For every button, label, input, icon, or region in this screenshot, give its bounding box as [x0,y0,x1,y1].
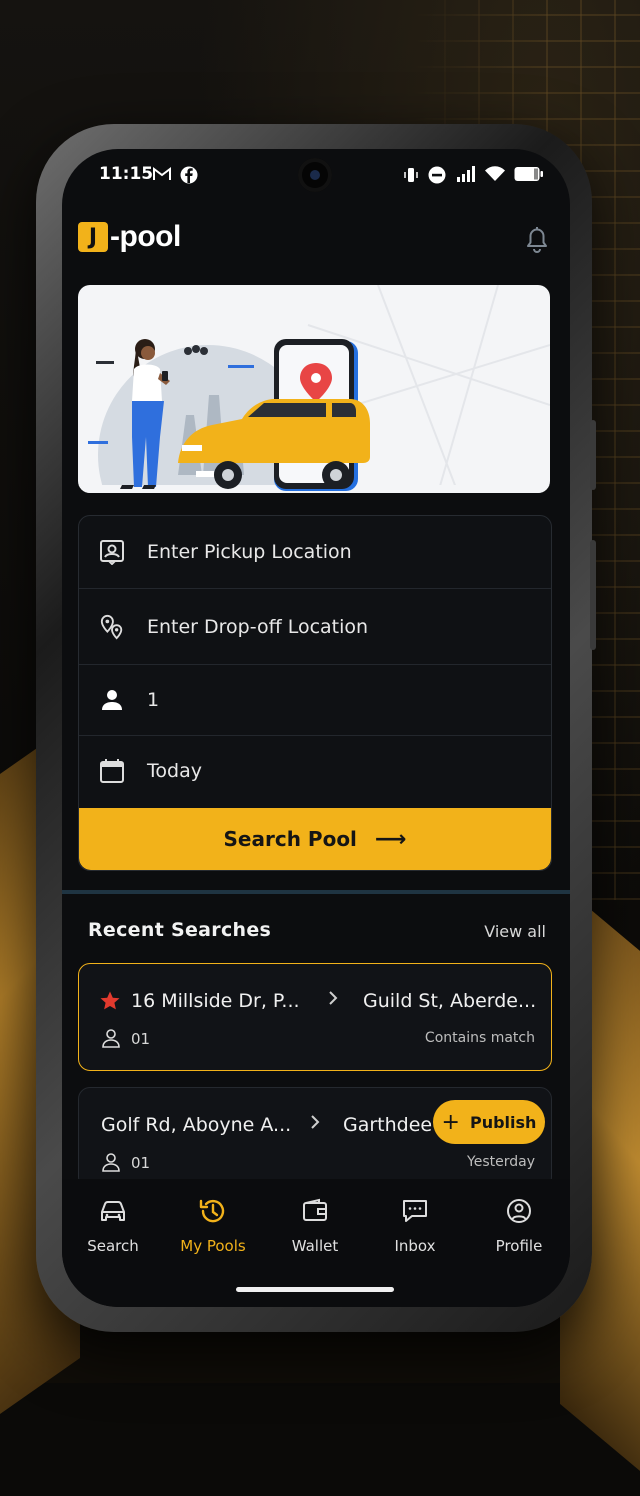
person-outline-icon [101,1028,121,1052]
recent-search-card[interactable]: 16 Millside Dr, P... Guild St, Aberde...… [78,963,552,1071]
date-value: Today [147,760,202,782]
signal-icon [456,166,478,186]
search-form: Enter Pickup Location Enter Drop-off Loc… [78,515,552,871]
home-indicator[interactable] [236,1287,394,1292]
arrow-right-icon: ⟶ [374,826,407,852]
dropoff-field[interactable]: Enter Drop-off Location [79,589,551,665]
front-camera [298,158,332,192]
person-outline-icon [101,1152,121,1176]
publish-button[interactable]: + Publish [433,1100,545,1144]
plus-icon: + [441,1109,460,1135]
logo-mark: J [78,222,108,252]
nav-wallet[interactable]: Wallet [270,1195,360,1255]
section-divider [62,890,570,894]
route-to: Garthdee [343,1114,433,1136]
passengers-field[interactable]: 1 [79,665,551,736]
dropoff-location-icon [99,614,125,640]
phone-side-button [590,420,596,490]
nav-label: Search [87,1237,139,1255]
pickup-placeholder: Enter Pickup Location [147,541,352,563]
person-icon [99,687,125,713]
passenger-count: 1 [147,689,160,711]
pickup-field[interactable]: Enter Pickup Location [79,516,551,589]
route-from: Golf Rd, Aboyne A... [101,1114,292,1136]
search-pool-button[interactable]: Search Pool ⟶ [79,808,551,870]
app-screen: 11:15 J -pool Enter Pickup Location Ente… [62,149,570,1307]
vibrate-icon [404,166,418,188]
profile-icon [474,1195,564,1227]
nav-label: Inbox [394,1237,436,1255]
recent-search-card[interactable]: Golf Rd, Aboyne A... Garthdee + Publish … [78,1087,552,1189]
wallet-icon [270,1195,360,1227]
route-from: 16 Millside Dr, P... [131,990,300,1012]
wifi-icon [484,166,506,186]
car-icon [68,1195,158,1227]
hero-illustration [78,285,550,493]
star-icon [99,990,121,1016]
recent-searches-title: Recent Searches [88,919,272,941]
nav-my-pools[interactable]: My Pools [168,1195,258,1255]
chevron-right-icon [327,990,339,1011]
search-date: Yesterday [467,1154,535,1170]
search-pool-label: Search Pool [223,827,357,851]
status-time: 11:15 [99,164,154,184]
calendar-icon [99,758,125,784]
history-icon [168,1195,258,1227]
logo-text: -pool [110,220,181,253]
pickup-location-icon [99,539,125,565]
dropoff-placeholder: Enter Drop-off Location [147,615,369,638]
nav-label: Wallet [291,1237,339,1255]
passenger-count: 01 [131,1154,151,1172]
battery-icon [514,166,544,186]
do-not-disturb-icon [428,166,446,188]
app-logo: J -pool [78,219,181,255]
gmail-icon [152,166,172,186]
passenger-count: 01 [131,1030,151,1048]
nav-profile[interactable]: Profile [474,1195,564,1255]
status-bar: 11:15 [62,149,570,201]
notification-bell-icon[interactable] [524,225,550,253]
nav-label: Profile [495,1237,543,1255]
facebook-icon [180,166,198,188]
chat-icon [370,1195,460,1227]
nav-inbox[interactable]: Inbox [370,1195,460,1255]
route-to: Guild St, Aberde... [363,990,537,1012]
chevron-right-icon [309,1114,321,1135]
match-status: Contains match [424,1030,535,1046]
nav-search[interactable]: Search [68,1195,158,1255]
phone-volume-button [590,540,596,650]
publish-label: Publish [469,1112,537,1132]
nav-label: My Pools [180,1237,246,1255]
view-all-link[interactable]: View all [484,922,546,941]
date-field[interactable]: Today [79,736,551,806]
